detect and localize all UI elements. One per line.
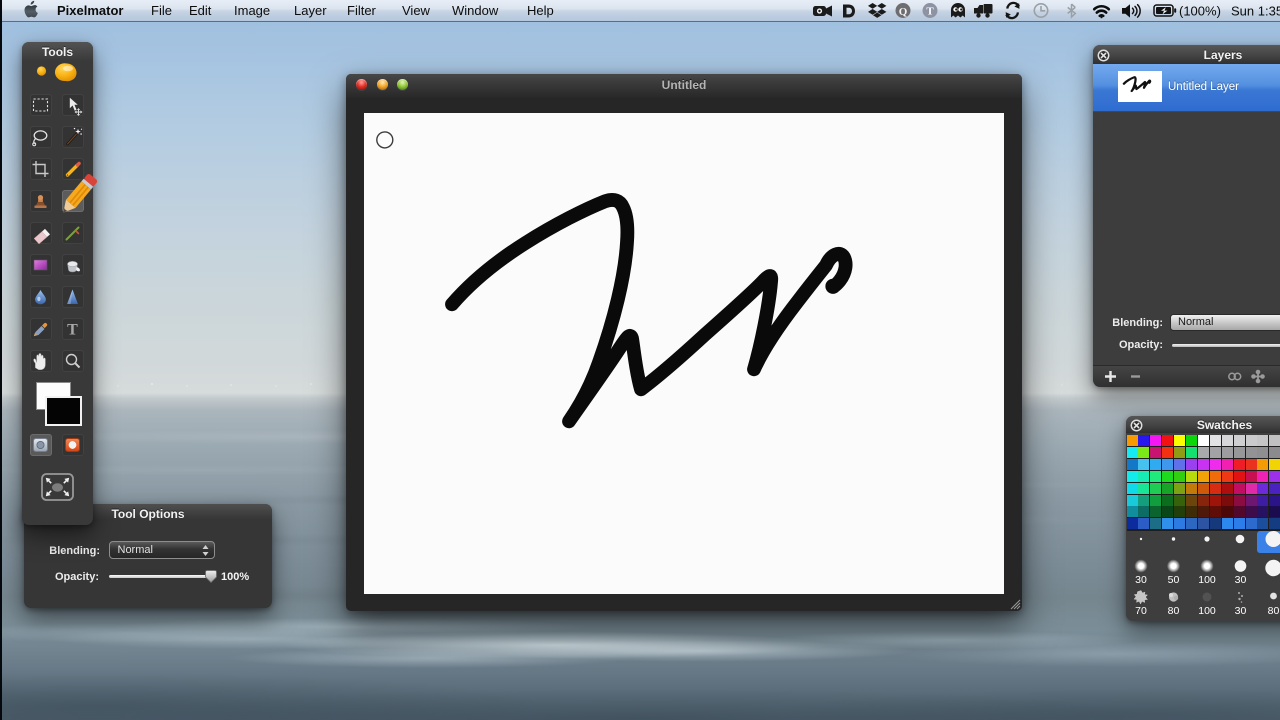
svg-text:T: T xyxy=(926,6,934,18)
svg-text:(100%): (100%) xyxy=(1179,3,1221,18)
svg-text:100: 100 xyxy=(1198,605,1216,617)
svg-text:30: 30 xyxy=(1235,574,1247,586)
svg-text:50: 50 xyxy=(1168,574,1180,586)
svg-text:80: 80 xyxy=(1168,605,1180,617)
svg-text:Q: Q xyxy=(899,6,908,18)
svg-text:30: 30 xyxy=(1235,605,1247,617)
svg-text:80: 80 xyxy=(1268,605,1280,617)
svg-text:30: 30 xyxy=(1135,574,1147,586)
svg-text:70: 70 xyxy=(1135,605,1147,617)
svg-text:Sun 1:35: Sun 1:35 xyxy=(1231,3,1280,18)
svg-text:100: 100 xyxy=(1198,574,1216,586)
